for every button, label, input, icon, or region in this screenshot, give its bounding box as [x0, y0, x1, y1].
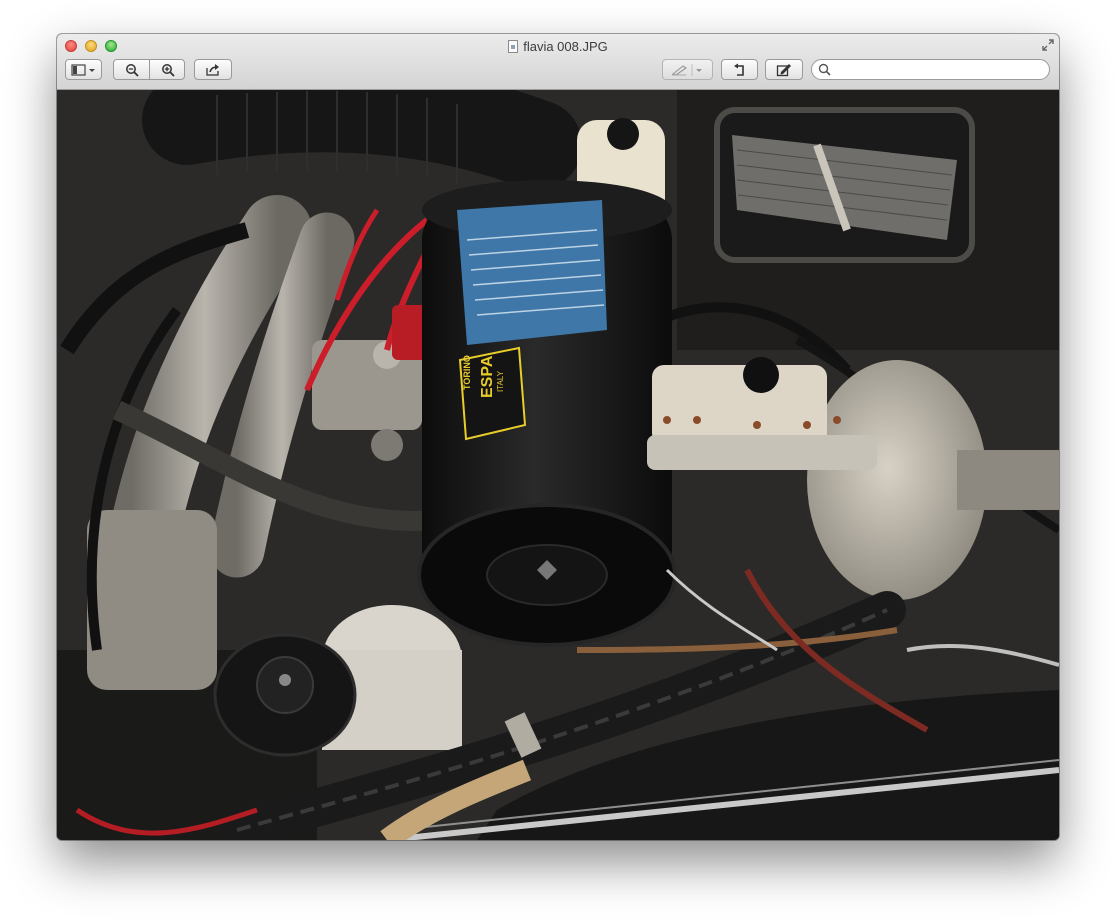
- label-italy: ITALY: [496, 370, 505, 392]
- zoom-out-button[interactable]: [114, 60, 150, 79]
- fullscreen-icon[interactable]: [1041, 38, 1055, 52]
- markup-pen-button[interactable]: [662, 59, 713, 80]
- label-torino: TORINO: [462, 355, 472, 390]
- edit-icon: [776, 63, 791, 76]
- search-input[interactable]: [832, 61, 1046, 80]
- preview-window: flavia 008.JPG TORINO ESPA ITALY: [57, 34, 1059, 840]
- edit-toolbar-button[interactable]: [765, 59, 803, 80]
- label-espa: ESPA: [479, 355, 496, 398]
- document-icon[interactable]: [508, 39, 519, 53]
- search-icon: [818, 63, 831, 76]
- engine-bay-photo: TORINO ESPA ITALY: [57, 90, 1059, 840]
- title-bar[interactable]: flavia 008.JPG: [57, 34, 1059, 90]
- zoom-control: [113, 59, 185, 80]
- share-icon: [206, 64, 219, 76]
- rotate-icon: [733, 63, 744, 76]
- window-title: flavia 008.JPG: [523, 38, 608, 54]
- image-view[interactable]: TORINO ESPA ITALY: [57, 90, 1059, 840]
- zoom-in-button[interactable]: [150, 60, 185, 79]
- pen-icon: [671, 63, 702, 76]
- view-mode-button[interactable]: [65, 59, 102, 80]
- zoom-out-icon: [126, 63, 139, 77]
- zoom-in-icon: [161, 63, 175, 77]
- rotate-button[interactable]: [721, 59, 758, 80]
- window-title-area: flavia 008.JPG: [57, 37, 1059, 55]
- share-button[interactable]: [194, 59, 232, 80]
- sidebar-icon: [70, 63, 95, 76]
- search-field[interactable]: [811, 59, 1050, 80]
